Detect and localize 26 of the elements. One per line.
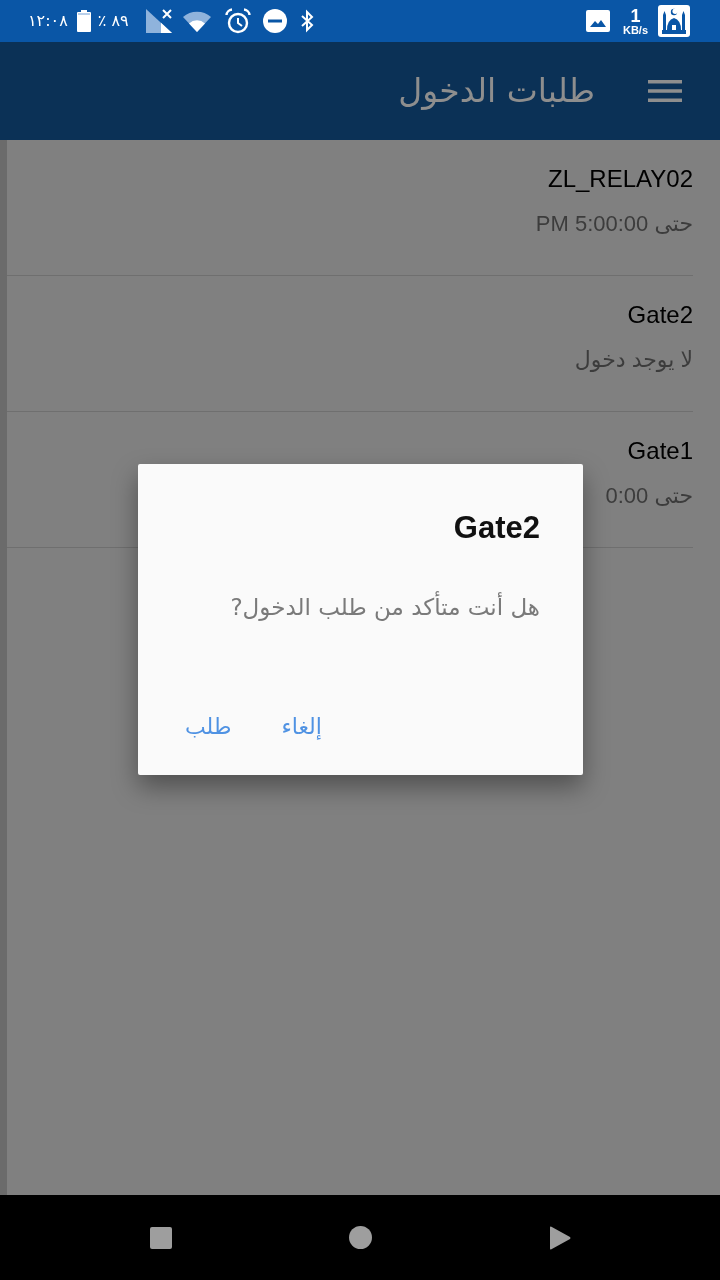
- item-title: Gate1: [627, 436, 693, 466]
- item-subtitle: حتى 0:00: [605, 482, 693, 510]
- alarm-clock-icon: [224, 8, 251, 34]
- battery-icon: [76, 10, 91, 32]
- clock-text: ١٢:٠٨: [28, 11, 68, 31]
- menu-icon[interactable]: [648, 80, 682, 102]
- screen-title: طلبات الدخول: [398, 70, 595, 112]
- item-title: ZL_RELAY02: [548, 164, 693, 194]
- dialog-message: هل أنت متأكد من طلب الدخول?: [230, 590, 540, 624]
- request-button[interactable]: طلب: [169, 702, 248, 750]
- dialog-title: Gate2: [453, 509, 540, 547]
- back-icon[interactable]: [548, 1225, 571, 1250]
- home-icon[interactable]: [348, 1226, 372, 1249]
- item-title: Gate2: [627, 300, 693, 330]
- data-rate-text: 1: [630, 6, 641, 25]
- item-subtitle: حتى 5:00:00 PM: [535, 210, 693, 238]
- recents-icon[interactable]: [149, 1226, 172, 1249]
- image-icon: [585, 10, 610, 32]
- item-subtitle: لا يوجد دخول: [574, 346, 693, 374]
- cancel-button[interactable]: إلغاء: [265, 702, 338, 750]
- wifi-icon: [182, 10, 211, 32]
- battery-percent-text: ٪ ٨٩: [97, 11, 129, 31]
- signal-no-service-icon: [145, 9, 172, 33]
- do-not-disturb-icon: [262, 9, 287, 33]
- mosque-icon: [658, 5, 690, 37]
- data-rate-unit-text: KB/s: [622, 24, 648, 36]
